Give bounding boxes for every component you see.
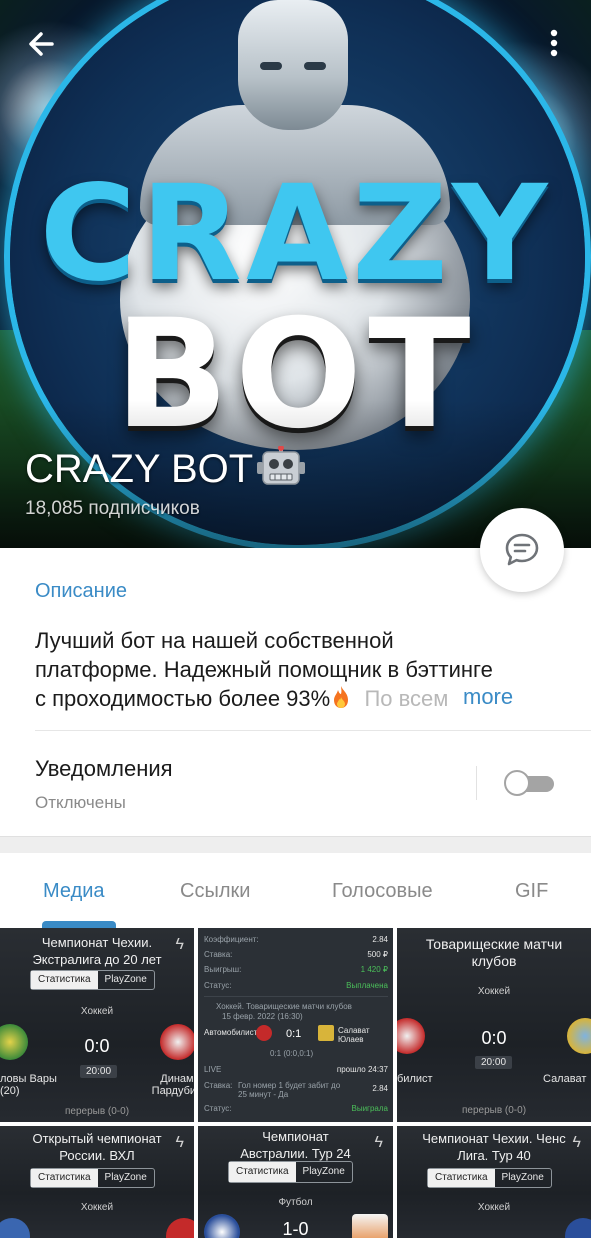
tile-title: Товарищеские матчи клубов [425,936,563,969]
slip-row: Статус: Выплачена [204,981,388,990]
media-tile[interactable]: Чемпионат Австралии. Тур 24 ϟ Статистика… [198,1126,393,1238]
team-left-name: ловы Вары (20) [0,1073,57,1097]
segment-stats: Статистика [31,971,98,989]
divider [35,730,591,731]
segment-stats: Статистика [229,1162,296,1182]
lightning-bolt-icon: ϟ [175,936,184,953]
tab-links[interactable]: Ссылки [180,880,250,903]
back-button[interactable] [22,24,62,64]
arrow-left-icon [29,32,54,56]
tile-clock: 20:00 [80,1065,118,1078]
section-gap [0,836,591,853]
tile-title: Чемпионат Австралии. Тур 24 [240,1129,351,1161]
more-link[interactable]: more [463,684,513,710]
slip-date: 15 февр. 2022 (16:30) [222,1012,303,1021]
tile-sport: Футбол [278,1197,313,1208]
channel-title: CRAZY BOT [25,445,306,491]
tab-voice[interactable]: Голосовые [332,880,433,903]
team-logo-right [166,1218,194,1238]
vertical-separator [476,766,477,800]
segment-stats: Статистика [31,1169,98,1187]
team-right-name: Салават [543,1073,587,1085]
media-tile[interactable]: Чемпионат Чехии. Ченс Лига. Тур 40 ϟ Ста… [397,1126,591,1238]
channel-banner: CRAZY BOT CRAZY BOT 18,085 подписчиков [0,0,591,548]
lightning-bolt-icon: ϟ [374,1134,383,1151]
dots-vertical-icon [550,29,558,57]
robot-head-image [238,0,348,130]
media-tile[interactable]: Коэффициент: 2.84 Ставка: 500 ₽ Выигрыш: 1 … [198,928,393,1122]
slip-periods: 0:1 (0:0,0:1) [270,1049,314,1058]
banner-logo-line1: CRAZY [39,157,552,311]
slip-row: Выигрыш: 1 420 ₽ [204,965,388,974]
tile-segment-control: Статистика PlayZone [228,1161,353,1183]
active-tab-indicator [42,921,116,928]
tile-score: 0:0 [84,1036,110,1056]
discussion-button[interactable] [480,508,564,592]
tile-title: Открытый чемпионат России. ВХЛ [32,1131,162,1163]
description-label: Описание [35,580,128,602]
tile-sport: Хоккей [477,986,511,997]
slip-live: LIVE прошло 24:37 [204,1065,388,1074]
lightning-bolt-icon: ϟ [572,1134,581,1151]
tile-clock: 20:00 [475,1056,513,1069]
notifications-label: Уведомления [35,756,173,781]
subscriber-count: 18,085 подписчиков [25,498,200,519]
tile-sport: Хоккей [80,1202,114,1213]
channel-info-section: Описание Лучший бот на нашей собственной… [0,548,591,836]
slip-status: Статус: Выиграла [204,1104,388,1113]
slip-row: Коэффициент: 2.84 [204,935,388,944]
tab-gif[interactable]: GIF [515,880,548,903]
media-grid: Чемпионат Чехии. Экстралига до 20 лет ϟ … [0,928,591,1238]
slip-row: Ставка: 500 ₽ [204,950,388,959]
slip-bet-text: Гол номер 1 будет забит до 25 минут - Да [238,1081,341,1099]
robot-face-icon [257,445,306,486]
tile-sport: Хоккей [80,1006,114,1017]
tile-title: Чемпионат Чехии. Экстралига до 20 лет [32,935,162,967]
tile-score: 1-0 [282,1219,309,1238]
slip-team-left: Автомобилист [204,1028,258,1037]
media-tile[interactable]: Чемпионат Чехии. Экстралига до 20 лет ϟ … [0,928,194,1122]
chat-bubble-icon [505,533,539,566]
tile-segment-control: Статистика PlayZone [30,970,155,990]
team-logo-right [565,1218,591,1238]
media-tabs: Медиа Ссылки Голосовые GIF [0,853,591,928]
segment-playzone: PlayZone [104,1172,147,1183]
description-tail: По всем [364,686,449,711]
media-tile[interactable]: Открытый чемпионат России. ВХЛ ϟ Статист… [0,1126,194,1238]
channel-title-text: CRAZY BOT [25,447,254,491]
tile-score: 0:0 [481,1028,507,1048]
notifications-status: Отключены [35,793,126,812]
tile-sport: Хоккей [477,1202,511,1213]
fire-icon [330,685,352,709]
slip-team-right: Салават Юлаев [338,1026,370,1044]
team-logo-left [0,1218,30,1238]
tile-segment-control: Статистика PlayZone [427,1168,552,1188]
tab-media[interactable]: Медиа [43,880,105,903]
team-right-name: Динамо Пардубице [151,1073,194,1097]
description-line: платформе. Надежный помощник в бэттинге [35,657,493,682]
lightning-bolt-icon: ϟ [175,1134,184,1151]
tile-period: перерыв (0-0) [461,1105,527,1116]
description-line: Лучший бот на нашей собственной [35,628,394,653]
tile-segment-control: Статистика PlayZone [30,1168,155,1188]
segment-playzone: PlayZone [501,1172,544,1183]
more-menu-button[interactable] [538,24,570,64]
segment-stats: Статистика [428,1169,495,1187]
description-line: с проходимостью более 93% [35,686,331,711]
notifications-toggle[interactable] [504,770,554,796]
toggle-knob [504,770,530,796]
team-logo-right [318,1025,334,1041]
tile-period: перерыв (0-0) [64,1106,130,1117]
slip-event: Хоккей. Товарищеские матчи клубов [216,1002,352,1011]
team-logo-left [256,1025,272,1041]
tile-title: Чемпионат Чехии. Ченс Лига. Тур 40 [422,1131,566,1163]
segment-playzone: PlayZone [302,1166,345,1177]
segment-playzone: PlayZone [104,974,147,985]
team-left-name: билист [397,1073,433,1085]
media-tile[interactable]: Товарищеские матчи клубов Хоккей 0:0 20:… [397,928,591,1122]
slip-score: 0:1 [286,1028,302,1040]
